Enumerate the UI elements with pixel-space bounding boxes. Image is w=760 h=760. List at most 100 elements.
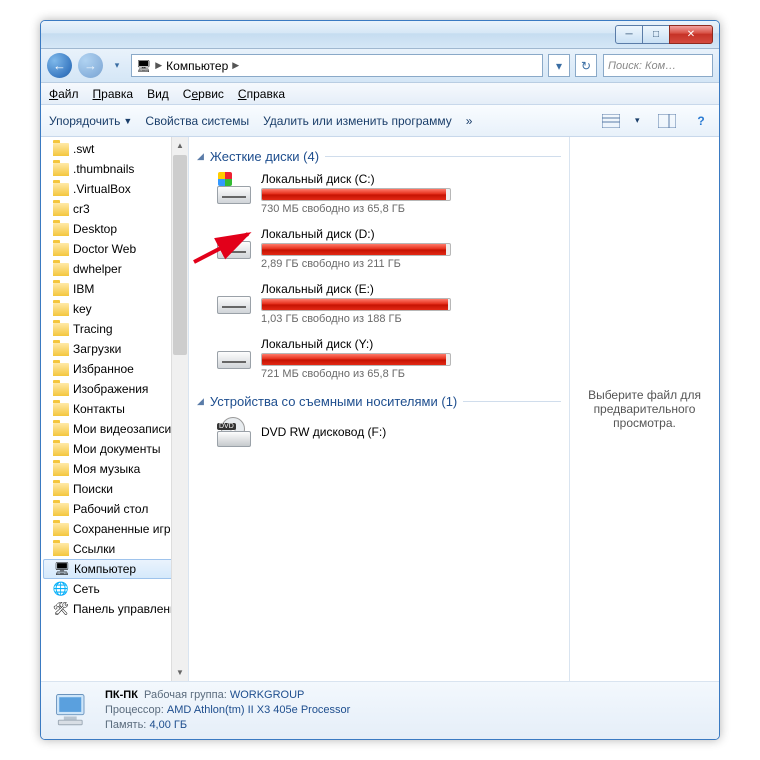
tree-network[interactable]: 🌐 Сеть [41,579,188,599]
tree-label: Doctor Web [73,242,136,256]
tree-folder[interactable]: Поиски [41,479,188,499]
maximize-button[interactable]: □ [642,25,670,44]
tree-folder[interactable]: Мои документы [41,439,188,459]
organize-button[interactable]: Упорядочить▼ [49,114,131,128]
tree-folder[interactable]: .VirtualBox [41,179,188,199]
drive-item[interactable]: Локальный диск (Y:)721 МБ свободно из 65… [197,333,561,388]
tree-folder[interactable]: Загрузки [41,339,188,359]
tree-label: Desktop [73,222,117,236]
tree-folder[interactable]: Ссылки [41,539,188,559]
tree-folder[interactable]: Desktop [41,219,188,239]
separator-icon[interactable]: ▶ [232,60,239,71]
tree-folder[interactable]: IBM [41,279,188,299]
tree-folder[interactable]: dwhelper [41,259,188,279]
view-options-button[interactable] [601,111,621,131]
tree-label: key [73,302,92,316]
tree-folder[interactable]: Изображения [41,379,188,399]
tree-folder[interactable]: key [41,299,188,319]
scroll-thumb[interactable] [173,155,187,355]
menu-tools[interactable]: Сервис [183,87,224,101]
tree-label: Сохраненные игры [73,522,179,536]
group-label: Жесткие диски (4) [210,149,319,164]
collapse-icon[interactable]: ◢ [197,396,204,407]
preview-pane: Выберите файл для предварительного просм… [569,137,719,681]
tree-label: .thumbnails [73,162,134,176]
menu-help[interactable]: Справка [238,87,285,101]
navigation-row: ← → ▾ 🖥 ▶ Компьютер ▶ ▾ ↻ Поиск: Ком… [41,49,719,83]
tree-folder[interactable]: .thumbnails [41,159,188,179]
tree-label: Сеть [73,582,100,596]
preview-pane-button[interactable] [657,111,677,131]
group-label: Устройства со съемными носителями (1) [210,394,457,409]
folder-icon [53,203,69,216]
tree-label: Загрузки [73,342,121,356]
memory-key: Память: [105,719,146,731]
folder-icon [53,403,69,416]
tree-folder[interactable]: cr3 [41,199,188,219]
workgroup-key: Рабочая группа: [144,689,227,701]
minimize-button[interactable]: ─ [615,25,643,44]
free-space-label: 1,03 ГБ свободно из 188 ГБ [261,313,451,325]
scroll-down-icon[interactable]: ▼ [172,664,188,681]
menu-edit[interactable]: Правка [93,87,134,101]
space-bar [261,243,451,256]
details-pane: ПК-ПК Рабочая группа: WORKGROUP Процессо… [41,681,719,739]
close-button[interactable]: ✕ [669,25,713,44]
group-hard-drives[interactable]: ◢ Жесткие диски (4) [197,149,561,164]
drive-label: Локальный диск (Y:) [261,337,451,351]
drive-label: Локальный диск (D:) [261,227,451,241]
system-icon: 🌐 [53,581,69,597]
drive-dvd[interactable]: DVD DVD RW дисковод (F:) [197,413,561,455]
scroll-up-icon[interactable]: ▲ [172,137,188,154]
separator-icon: ▶ [155,60,162,71]
tree-folder[interactable]: Избранное [41,359,188,379]
folder-icon [53,163,69,176]
back-button[interactable]: ← [47,53,72,78]
tree-computer[interactable]: 🖥Компьютер [43,559,186,579]
tree-folder[interactable]: Рабочий стол [41,499,188,519]
tree-folder[interactable]: Моя музыка [41,459,188,479]
refresh-button[interactable]: ↻ [575,54,597,77]
tree-label: Избранное [73,362,134,376]
tree-folder[interactable]: .swt [41,139,188,159]
title-bar[interactable]: ─ □ ✕ [41,21,719,49]
tree-label: Ссылки [73,542,115,556]
help-button[interactable]: ? [691,111,711,131]
tree-folder[interactable]: Сохраненные игры [41,519,188,539]
breadcrumb-computer[interactable]: Компьютер [166,59,228,73]
menu-view[interactable]: Вид [147,87,169,101]
tree-control[interactable]: 🛠Панель управления [41,599,188,619]
tree-label: Мои документы [73,442,160,456]
drive-item[interactable]: Локальный диск (C:)730 МБ свободно из 65… [197,168,561,223]
annotation-arrow [190,228,260,273]
more-commands-button[interactable]: » [466,114,473,128]
view-dropdown-icon[interactable]: ▾ [635,115,643,126]
folder-icon [53,243,69,256]
navigation-tree[interactable]: ▲ ▼ .swt .thumbnails .VirtualBox cr3 Desktop… [41,137,189,681]
drive-item[interactable]: Локальный диск (E:)1,03 ГБ свободно из 1… [197,278,561,333]
forward-button[interactable]: → [78,53,103,78]
tree-folder[interactable]: Мои видеозаписи [41,419,188,439]
tree-folder[interactable]: Doctor Web [41,239,188,259]
address-bar[interactable]: 🖥 ▶ Компьютер ▶ [131,54,543,77]
group-removable[interactable]: ◢ Устройства со съемными носителями (1) [197,394,561,409]
system-properties-button[interactable]: Свойства системы [145,114,249,128]
folder-icon [53,143,69,156]
menu-file[interactable]: Файл [49,87,79,101]
history-dropdown[interactable]: ▾ [109,58,125,74]
command-bar: Упорядочить▼ Свойства системы Удалить ил… [41,105,719,137]
tree-scrollbar[interactable]: ▲ ▼ [171,137,188,681]
folder-icon [53,483,69,496]
folder-icon [53,463,69,476]
folder-icon [53,363,69,376]
content-pane[interactable]: ◢ Жесткие диски (4) Локальный диск (C:)7… [189,137,569,681]
address-dropdown[interactable]: ▾ [548,54,570,77]
search-input[interactable]: Поиск: Ком… [603,54,713,77]
tree-label: .VirtualBox [73,182,131,196]
collapse-icon[interactable]: ◢ [197,151,204,162]
menu-bar: Файл Правка Вид Сервис Справка [41,83,719,105]
tree-folder[interactable]: Tracing [41,319,188,339]
dvd-drive-icon: DVD [215,417,253,447]
uninstall-program-button[interactable]: Удалить или изменить программу [263,114,452,128]
tree-folder[interactable]: Контакты [41,399,188,419]
